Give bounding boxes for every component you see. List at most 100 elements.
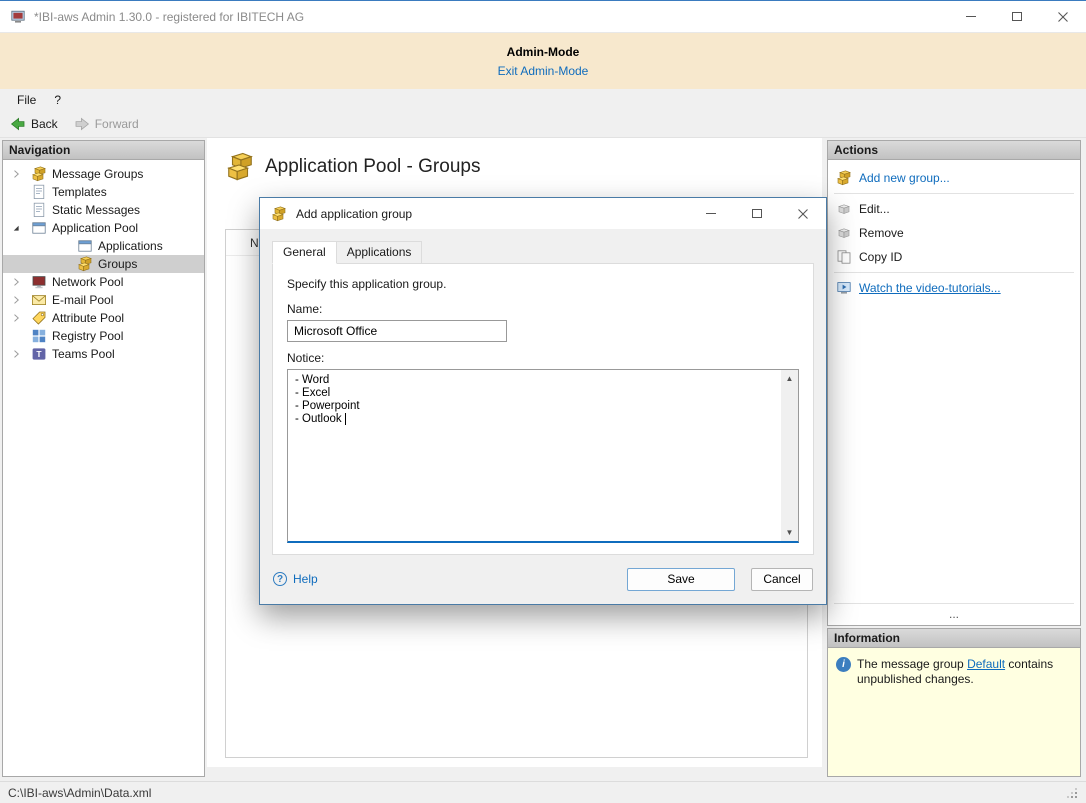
nav-item-groups[interactable]: Groups (3, 255, 204, 273)
dialog-maximize-button[interactable] (734, 198, 780, 229)
back-arrow-icon (10, 116, 26, 132)
forward-label: Forward (95, 117, 139, 131)
action-label: Remove (859, 226, 904, 240)
nav-item-message-groups[interactable]: Message Groups (3, 165, 204, 183)
status-bar: C:\IBI-aws\Admin\Data.xml (0, 781, 1086, 803)
add-group-icon (836, 170, 852, 186)
nav-item-teams-pool[interactable]: Teams Pool (3, 345, 204, 363)
dialog-buttons: Save Cancel (627, 568, 813, 591)
actions-more[interactable]: ... (828, 607, 1080, 625)
video-tutorials-icon (836, 280, 852, 296)
menu-help[interactable]: ? (45, 91, 70, 109)
admin-mode-banner: Admin-Mode Exit Admin-Mode (0, 33, 1086, 89)
nav-item-label: E-mail Pool (52, 293, 113, 307)
menu-file[interactable]: File (8, 91, 45, 109)
admin-mode-title: Admin-Mode (507, 45, 580, 59)
nav-item-static-messages[interactable]: Static Messages (3, 201, 204, 219)
copy-icon (836, 249, 852, 265)
dialog-footer: ? Help Save Cancel (260, 554, 826, 604)
nav-item-attribute-pool[interactable]: Attribute Pool (3, 309, 204, 327)
nav-item-templates[interactable]: Templates (3, 183, 204, 201)
cancel-button[interactable]: Cancel (751, 568, 813, 591)
information-message: The message group Default contains unpub… (857, 657, 1072, 687)
general-tab-panel: Specify this application group. Name: No… (272, 263, 814, 555)
groups-icon (77, 256, 93, 272)
nav-item-applications[interactable]: Applications (3, 237, 204, 255)
scroll-down-icon[interactable]: ▼ (781, 524, 798, 541)
nav-item-application-pool[interactable]: Application Pool (3, 219, 204, 237)
dialog-window-controls (688, 198, 826, 229)
notice-textarea[interactable]: - Word - Excel - Powerpoint - Outlook (288, 370, 798, 541)
default-group-link[interactable]: Default (967, 657, 1005, 671)
action-watch-video-tutorials[interactable]: Watch the video-tutorials... (828, 276, 1080, 300)
action-add-new-group[interactable]: Add new group... (828, 166, 1080, 190)
nav-item-label: Templates (52, 185, 107, 199)
information-panel: Information i The message group Default … (827, 628, 1081, 777)
network-pool-icon (31, 274, 47, 290)
back-label: Back (31, 117, 58, 131)
templates-icon (31, 184, 47, 200)
chevron-down-icon[interactable] (10, 222, 22, 234)
back-button[interactable]: Back (10, 116, 58, 132)
actions-divider (834, 272, 1074, 273)
help-label: Help (293, 572, 318, 586)
minimize-icon (706, 213, 716, 214)
action-copy-id[interactable]: Copy ID (828, 245, 1080, 269)
tab-applications[interactable]: Applications (337, 241, 423, 264)
attribute-pool-icon (31, 310, 47, 326)
dialog-titlebar: Add application group (260, 198, 826, 229)
chevron-right-icon[interactable] (10, 312, 22, 324)
help-icon: ? (273, 572, 287, 586)
close-button[interactable] (1040, 1, 1086, 32)
nav-item-email-pool[interactable]: E-mail Pool (3, 291, 204, 309)
nav-item-label: Message Groups (52, 167, 143, 181)
notice-scrollbar[interactable]: ▲ ▼ (781, 370, 798, 541)
dialog-tab-bar: General Applications (272, 241, 814, 263)
name-input[interactable] (287, 320, 507, 342)
navigation-panel-header: Navigation (2, 140, 205, 160)
scroll-up-icon[interactable]: ▲ (781, 370, 798, 387)
page-title: Application Pool - Groups (265, 156, 480, 178)
nav-item-label: Static Messages (52, 203, 140, 217)
application-pool-icon (31, 220, 47, 236)
email-pool-icon (31, 292, 47, 308)
add-application-group-dialog: Add application group General Applicatio… (259, 197, 827, 605)
dialog-title: Add application group (296, 207, 412, 221)
resize-grip[interactable] (1066, 787, 1078, 799)
chevron-right-icon[interactable] (10, 348, 22, 360)
tab-general[interactable]: General (272, 241, 337, 264)
exit-admin-mode-link[interactable]: Exit Admin-Mode (498, 64, 589, 78)
page-heading: Application Pool - Groups (207, 138, 822, 182)
actions-divider (834, 193, 1074, 194)
actions-panel-header: Actions (827, 140, 1081, 160)
remove-icon (836, 225, 852, 241)
actions-list: Add new group... Edit... Remove Copy ID … (827, 160, 1081, 626)
nav-item-network-pool[interactable]: Network Pool (3, 273, 204, 291)
forward-button[interactable]: Forward (74, 116, 139, 132)
chevron-right-icon[interactable] (10, 294, 22, 306)
maximize-icon (1012, 12, 1022, 21)
maximize-button[interactable] (994, 1, 1040, 32)
minimize-button[interactable] (948, 1, 994, 32)
action-remove[interactable]: Remove (828, 221, 1080, 245)
nav-item-label: Application Pool (52, 221, 138, 235)
notice-field: - Word - Excel - Powerpoint - Outlook ▲ … (287, 369, 799, 543)
navigation-tree: Message Groups Templates Static Messages… (2, 160, 205, 777)
registry-pool-icon (31, 328, 47, 344)
action-edit[interactable]: Edit... (828, 197, 1080, 221)
edit-icon (836, 201, 852, 217)
help-link[interactable]: ? Help (273, 572, 318, 586)
chevron-right-icon[interactable] (10, 168, 22, 180)
navigation-toolbar: Back Forward (0, 111, 1086, 138)
teams-pool-icon (31, 346, 47, 362)
info-text-before: The message group (857, 657, 967, 671)
action-label: Edit... (859, 202, 890, 216)
app-icon (10, 9, 26, 25)
applications-icon (77, 238, 93, 254)
chevron-right-icon[interactable] (10, 276, 22, 288)
nav-item-registry-pool[interactable]: Registry Pool (3, 327, 204, 345)
dialog-minimize-button[interactable] (688, 198, 734, 229)
save-button[interactable]: Save (627, 568, 735, 591)
actions-divider (834, 603, 1074, 604)
dialog-close-button[interactable] (780, 198, 826, 229)
